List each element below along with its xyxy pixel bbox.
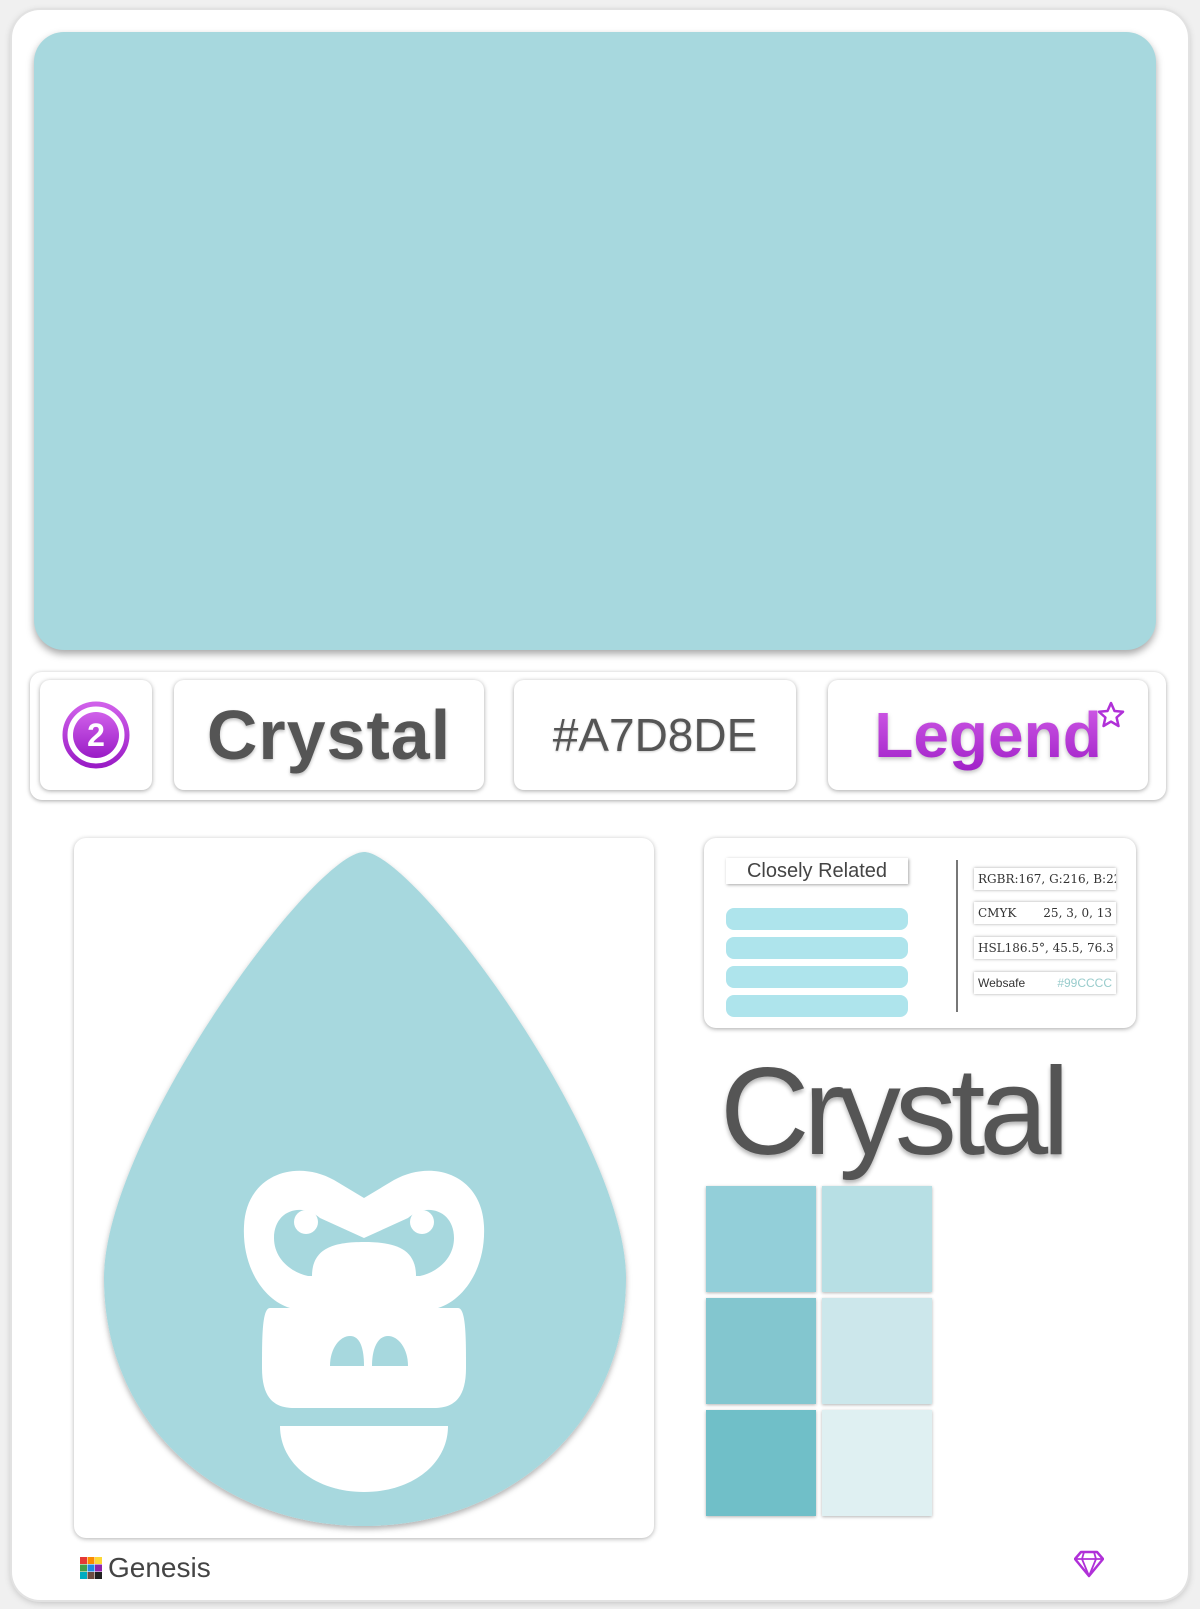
- brand-name: Genesis: [108, 1552, 211, 1583]
- color-grid-icon: [80, 1557, 102, 1579]
- gorilla-drop-icon: [104, 852, 626, 1526]
- color-hero-swatch: [34, 32, 1156, 650]
- number-value: 2: [87, 717, 105, 753]
- websafe-label: Websafe: [978, 976, 1026, 990]
- related-color-bar-2: [726, 937, 908, 959]
- number-circle-icon: 2: [62, 701, 130, 769]
- cmyk-value: 25, 3, 0, 13: [1043, 906, 1112, 920]
- related-color-bar-4: [726, 995, 908, 1017]
- big-color-name: Crystal: [720, 1043, 1070, 1181]
- spec-divider: [956, 860, 958, 1012]
- hsl-value: 186.5°, 45.5, 76.3: [1004, 941, 1114, 955]
- color-card: 2 Crystal #A7D8DE Legend Closely Related…: [12, 10, 1188, 1600]
- hex-code: #A7D8DE: [552, 709, 758, 761]
- rgb-value: R:167, G:216, B:222: [1005, 872, 1116, 886]
- shade-swatch-2: [822, 1186, 932, 1292]
- color-name-pill: Crystal: [174, 680, 484, 790]
- spec-panel: Closely Related RGB R:167, G:216, B:222 …: [704, 838, 1136, 1028]
- number-badge: 2: [40, 680, 152, 790]
- websafe-value: #99CCCC: [1057, 976, 1112, 990]
- shade-swatch-4: [822, 1298, 932, 1404]
- logo-panel: [74, 838, 654, 1538]
- shade-swatch-5: [706, 1410, 816, 1516]
- websafe-row: Websafe #99CCCC: [974, 972, 1116, 994]
- shade-swatch-3: [706, 1298, 816, 1404]
- tier-pill: Legend: [828, 680, 1148, 790]
- tier-label: Legend: [874, 699, 1102, 771]
- related-color-bar-3: [726, 966, 908, 988]
- hsl-row: HSL 186.5°, 45.5, 76.3: [974, 937, 1116, 959]
- rgb-row: RGB R:167, G:216, B:222: [974, 868, 1116, 890]
- hex-pill: #A7D8DE: [514, 680, 796, 790]
- cmyk-label: CMYK: [978, 906, 1017, 920]
- info-bar: 2 Crystal #A7D8DE Legend: [30, 672, 1166, 800]
- cmyk-row: CMYK 25, 3, 0, 13: [974, 902, 1116, 924]
- star-icon: [1097, 701, 1125, 728]
- closely-related-label: Closely Related: [726, 858, 908, 884]
- hsl-label: HSL: [978, 941, 1005, 955]
- gem-icon: [1074, 1550, 1104, 1578]
- shade-swatch-1: [706, 1186, 816, 1292]
- color-name: Crystal: [206, 696, 452, 774]
- brand: Genesis: [80, 1552, 211, 1584]
- shade-swatch-6: [822, 1410, 932, 1516]
- related-color-bar-1: [726, 908, 908, 930]
- rgb-label: RGB: [978, 872, 1006, 886]
